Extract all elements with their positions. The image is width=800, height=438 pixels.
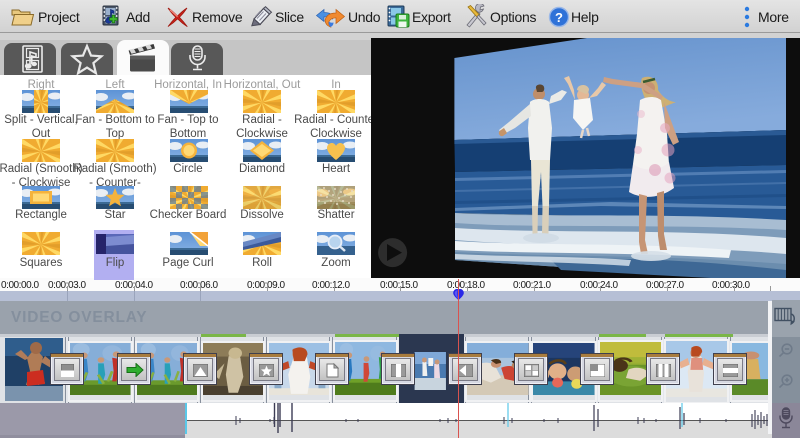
svg-text:?: ? [555,10,563,25]
